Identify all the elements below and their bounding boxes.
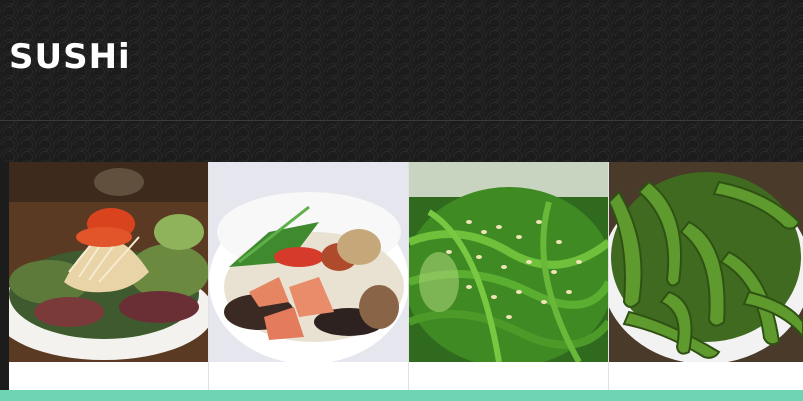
site-logo[interactable]: SUSHi xyxy=(9,40,131,74)
gallery-item-edamame[interactable] xyxy=(609,162,803,390)
dish-gallery xyxy=(0,162,803,390)
dish-photo-salad xyxy=(9,162,208,362)
header-band xyxy=(0,121,803,162)
logo-tail: i xyxy=(118,37,131,77)
gallery-left-edge xyxy=(0,162,9,390)
gallery-item-salmon-bowl[interactable] xyxy=(209,162,409,390)
dish-photo-seaweed xyxy=(409,162,608,362)
dish-photo-edamame xyxy=(609,162,803,362)
dish-photo-salmon-bowl xyxy=(209,162,408,362)
gallery-item-salad[interactable] xyxy=(9,162,209,390)
site-header: SUSHi xyxy=(0,0,803,120)
logo-text: SUSH xyxy=(9,37,119,77)
gallery-item-seaweed[interactable] xyxy=(409,162,609,390)
accent-bar xyxy=(0,390,803,401)
